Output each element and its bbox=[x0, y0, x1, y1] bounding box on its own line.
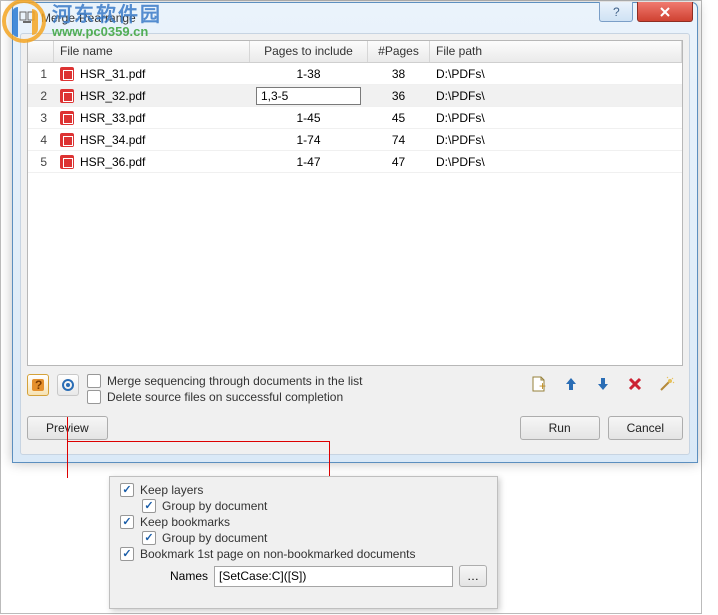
filename-text: HSR_36.pdf bbox=[80, 155, 145, 169]
bookmark-first-label: Bookmark 1st page on non-bookmarked docu… bbox=[140, 547, 416, 561]
names-label: Names bbox=[170, 569, 208, 583]
help-button[interactable]: ? bbox=[599, 2, 633, 22]
cell-npages: 47 bbox=[368, 155, 430, 169]
keep-bookmarks-checkbox[interactable] bbox=[120, 515, 134, 529]
pages-text: 1-38 bbox=[296, 67, 320, 81]
cell-filename[interactable]: HSR_36.pdf bbox=[54, 155, 250, 169]
row-number: 3 bbox=[28, 111, 54, 125]
pdf-icon bbox=[60, 133, 74, 147]
row-number: 5 bbox=[28, 155, 54, 169]
delete-src-label: Delete source files on successful comple… bbox=[107, 390, 343, 404]
names-input[interactable] bbox=[214, 566, 453, 587]
settings-icon-button[interactable] bbox=[57, 374, 79, 396]
names-browse-button[interactable]: … bbox=[459, 565, 487, 587]
cell-npages: 38 bbox=[368, 67, 430, 81]
cell-pages[interactable]: 1-74 bbox=[250, 133, 368, 147]
delete-src-checkbox[interactable] bbox=[87, 390, 101, 404]
pdf-icon bbox=[60, 89, 74, 103]
cell-pages[interactable]: 1-38 bbox=[250, 67, 368, 81]
cell-pages[interactable]: 1-47 bbox=[250, 155, 368, 169]
col-pages[interactable]: Pages to include bbox=[250, 41, 368, 62]
client-area: File name Pages to include #Pages File p… bbox=[20, 33, 690, 455]
merge-seq-label: Merge sequencing through documents in th… bbox=[107, 374, 363, 388]
table-row[interactable]: 3 HSR_33.pdf 1-45 45D:\PDFs\ bbox=[28, 107, 682, 129]
keep-bookmarks-label: Keep bookmarks bbox=[140, 515, 230, 529]
grid-header: File name Pages to include #Pages File p… bbox=[28, 41, 682, 63]
filename-text: HSR_31.pdf bbox=[80, 67, 145, 81]
cell-npages: 74 bbox=[368, 133, 430, 147]
svg-text:?: ? bbox=[35, 378, 42, 392]
cancel-button[interactable]: Cancel bbox=[608, 416, 683, 440]
pdf-icon bbox=[60, 67, 74, 81]
keep-layers-label: Keep layers bbox=[140, 483, 203, 497]
remove-icon[interactable] bbox=[625, 374, 645, 394]
close-button[interactable] bbox=[637, 2, 693, 22]
row-number: 2 bbox=[28, 89, 54, 103]
pdf-icon bbox=[60, 155, 74, 169]
pages-input[interactable] bbox=[256, 87, 361, 105]
filename-text: HSR_34.pdf bbox=[80, 133, 145, 147]
row-number: 4 bbox=[28, 133, 54, 147]
filename-text: HSR_32.pdf bbox=[80, 89, 145, 103]
table-row[interactable]: 5 HSR_36.pdf 1-47 47D:\PDFs\ bbox=[28, 151, 682, 173]
filename-text: HSR_33.pdf bbox=[80, 111, 145, 125]
table-row[interactable]: 2 HSR_32.pdf 36D:\PDFs\ bbox=[28, 85, 682, 107]
dialog-window: Merge-Rearrange ? File name Pages to inc… bbox=[12, 2, 698, 463]
svg-text:?: ? bbox=[613, 6, 620, 18]
preview-button[interactable]: Preview bbox=[27, 416, 108, 440]
svg-text:+: + bbox=[539, 379, 546, 393]
cell-filename[interactable]: HSR_31.pdf bbox=[54, 67, 250, 81]
add-page-icon[interactable]: + bbox=[529, 374, 549, 394]
pages-text: 1-45 bbox=[296, 111, 320, 125]
cell-pages[interactable]: 1-45 bbox=[250, 111, 368, 125]
titlebar[interactable]: Merge-Rearrange ? bbox=[13, 3, 697, 33]
cell-npages: 36 bbox=[368, 89, 430, 103]
merge-seq-checkbox[interactable] bbox=[87, 374, 101, 388]
cell-path: D:\PDFs\ bbox=[430, 89, 682, 103]
group-bookmarks-checkbox[interactable] bbox=[142, 531, 156, 545]
table-row[interactable]: 4 HSR_34.pdf 1-74 74D:\PDFs\ bbox=[28, 129, 682, 151]
group-layers-label: Group by document bbox=[162, 499, 267, 513]
cell-filename[interactable]: HSR_34.pdf bbox=[54, 133, 250, 147]
cell-path: D:\PDFs\ bbox=[430, 111, 682, 125]
help-icon-button[interactable]: ? bbox=[27, 374, 49, 396]
settings-popup: Keep layers Group by document Keep bookm… bbox=[109, 476, 498, 609]
run-button[interactable]: Run bbox=[520, 416, 600, 440]
table-row[interactable]: 1 HSR_31.pdf 1-38 38D:\PDFs\ bbox=[28, 63, 682, 85]
col-filename[interactable]: File name bbox=[54, 41, 250, 62]
group-layers-checkbox[interactable] bbox=[142, 499, 156, 513]
col-npages[interactable]: #Pages bbox=[368, 41, 430, 62]
col-rownum[interactable] bbox=[28, 41, 54, 62]
cell-path: D:\PDFs\ bbox=[430, 155, 682, 169]
col-path[interactable]: File path bbox=[430, 41, 682, 62]
window-title: Merge-Rearrange bbox=[41, 11, 136, 25]
file-grid[interactable]: File name Pages to include #Pages File p… bbox=[27, 40, 683, 366]
pages-text: 1-74 bbox=[296, 133, 320, 147]
cell-filename[interactable]: HSR_32.pdf bbox=[54, 89, 250, 103]
cell-path: D:\PDFs\ bbox=[430, 67, 682, 81]
row-number: 1 bbox=[28, 67, 54, 81]
pages-text: 1-47 bbox=[296, 155, 320, 169]
bookmark-first-checkbox[interactable] bbox=[120, 547, 134, 561]
app-icon bbox=[19, 10, 35, 26]
keep-layers-checkbox[interactable] bbox=[120, 483, 134, 497]
move-up-icon[interactable] bbox=[561, 374, 581, 394]
cell-filename[interactable]: HSR_33.pdf bbox=[54, 111, 250, 125]
cell-path: D:\PDFs\ bbox=[430, 133, 682, 147]
move-down-icon[interactable] bbox=[593, 374, 613, 394]
cell-pages[interactable] bbox=[250, 87, 368, 105]
cell-npages: 45 bbox=[368, 111, 430, 125]
wizard-icon[interactable] bbox=[657, 374, 677, 394]
group-bookmarks-label: Group by document bbox=[162, 531, 267, 545]
pdf-icon bbox=[60, 111, 74, 125]
